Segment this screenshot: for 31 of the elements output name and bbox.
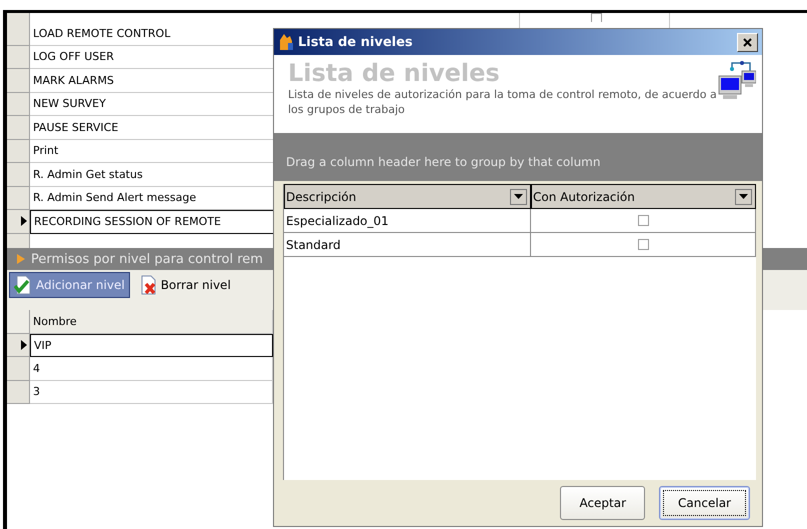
toolbar-button[interactable]: Borrar nivel bbox=[134, 272, 236, 298]
close-icon bbox=[743, 38, 752, 46]
table-cell: Especializado_01 bbox=[284, 209, 531, 233]
filter-dropdown-button[interactable] bbox=[510, 188, 527, 204]
caret-icon bbox=[739, 194, 748, 199]
document-check-icon bbox=[14, 275, 32, 295]
row-selector[interactable] bbox=[7, 210, 30, 234]
checkbox[interactable] bbox=[590, 13, 602, 22]
checkbox[interactable] bbox=[638, 239, 648, 250]
triangle-icon bbox=[17, 254, 25, 264]
row-selector[interactable] bbox=[7, 334, 30, 357]
table-cell: Standard bbox=[284, 233, 531, 257]
close-button[interactable] bbox=[737, 32, 758, 52]
filter-dropdown-button[interactable] bbox=[735, 188, 752, 204]
document-x-icon bbox=[138, 275, 157, 295]
app-icon bbox=[278, 33, 294, 51]
caret-icon bbox=[514, 194, 523, 199]
table-cell: 3 bbox=[30, 380, 273, 404]
column-title: Con Autorización bbox=[533, 190, 635, 204]
dialog-button[interactable]: Cancelar bbox=[659, 486, 750, 520]
table-cell: VIP bbox=[30, 334, 273, 357]
column-header[interactable]: Con Autorización bbox=[531, 184, 756, 209]
column-header[interactable]: Descripción bbox=[284, 184, 531, 209]
column-title: Descripción bbox=[286, 190, 356, 204]
column-header[interactable]: Nombre bbox=[30, 310, 273, 334]
table-cell: 4 bbox=[30, 357, 273, 380]
dialog-button[interactable]: Aceptar bbox=[560, 486, 646, 520]
row-pointer-icon bbox=[21, 216, 27, 226]
row-pointer-icon bbox=[21, 340, 27, 350]
panel-title: Permisos por nivel para control rem bbox=[31, 252, 263, 266]
checkbox[interactable] bbox=[638, 215, 648, 226]
